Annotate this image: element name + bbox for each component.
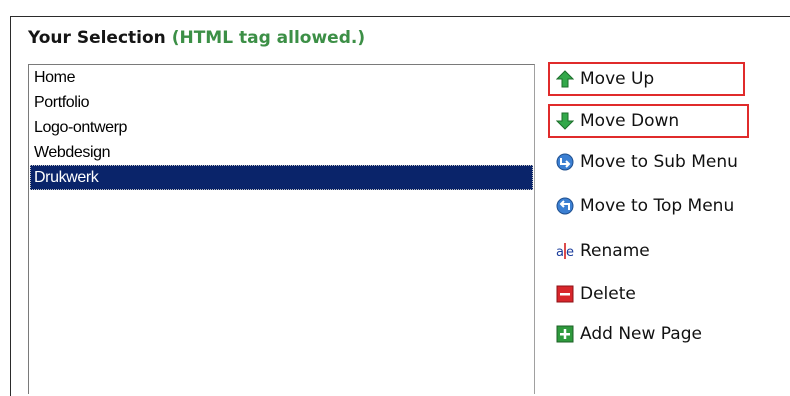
move-up-button[interactable]: Move Up — [548, 62, 745, 96]
menu-listbox[interactable]: Home Portfolio Logo-ontwerp Webdesign Dr… — [28, 64, 535, 394]
heading-note: (HTML tag allowed.) — [171, 28, 366, 48]
rename-button[interactable]: a e Rename — [556, 236, 650, 266]
list-item-drukwerk[interactable]: Drukwerk — [30, 165, 533, 190]
move-down-button[interactable]: Move Down — [548, 104, 749, 138]
add-new-page-button[interactable]: Add New Page — [556, 319, 702, 349]
move-up-label: Move Up — [580, 69, 655, 89]
list-item-webdesign[interactable]: Webdesign — [30, 140, 533, 165]
add-new-page-label: Add New Page — [580, 324, 702, 344]
move-to-topmenu-icon — [556, 197, 574, 215]
move-to-sub-menu-label: Move to Sub Menu — [580, 152, 738, 172]
green-down-arrow-icon — [556, 112, 574, 130]
move-to-top-menu-label: Move to Top Menu — [580, 196, 735, 216]
svg-text:a: a — [556, 245, 564, 260]
move-to-top-menu-button[interactable]: Move to Top Menu — [556, 191, 734, 221]
list-item-logo-ontwerp[interactable]: Logo-ontwerp — [30, 115, 533, 140]
move-to-submenu-icon — [556, 153, 574, 171]
delete-icon — [556, 285, 574, 303]
rename-icon: a e — [556, 242, 574, 260]
delete-label: Delete — [580, 284, 636, 304]
list-item-home[interactable]: Home — [30, 65, 533, 90]
heading-title: Your Selection — [28, 28, 166, 48]
move-to-sub-menu-button[interactable]: Move to Sub Menu — [556, 147, 738, 177]
svg-text:e: e — [566, 245, 574, 260]
delete-button[interactable]: Delete — [556, 279, 636, 309]
list-item-portfolio[interactable]: Portfolio — [30, 90, 533, 115]
green-up-arrow-icon — [556, 70, 574, 88]
move-down-label: Move Down — [580, 111, 680, 131]
rename-label: Rename — [580, 241, 650, 261]
section-heading: Your Selection (HTML tag allowed.) — [28, 28, 365, 48]
add-page-icon — [556, 325, 574, 343]
